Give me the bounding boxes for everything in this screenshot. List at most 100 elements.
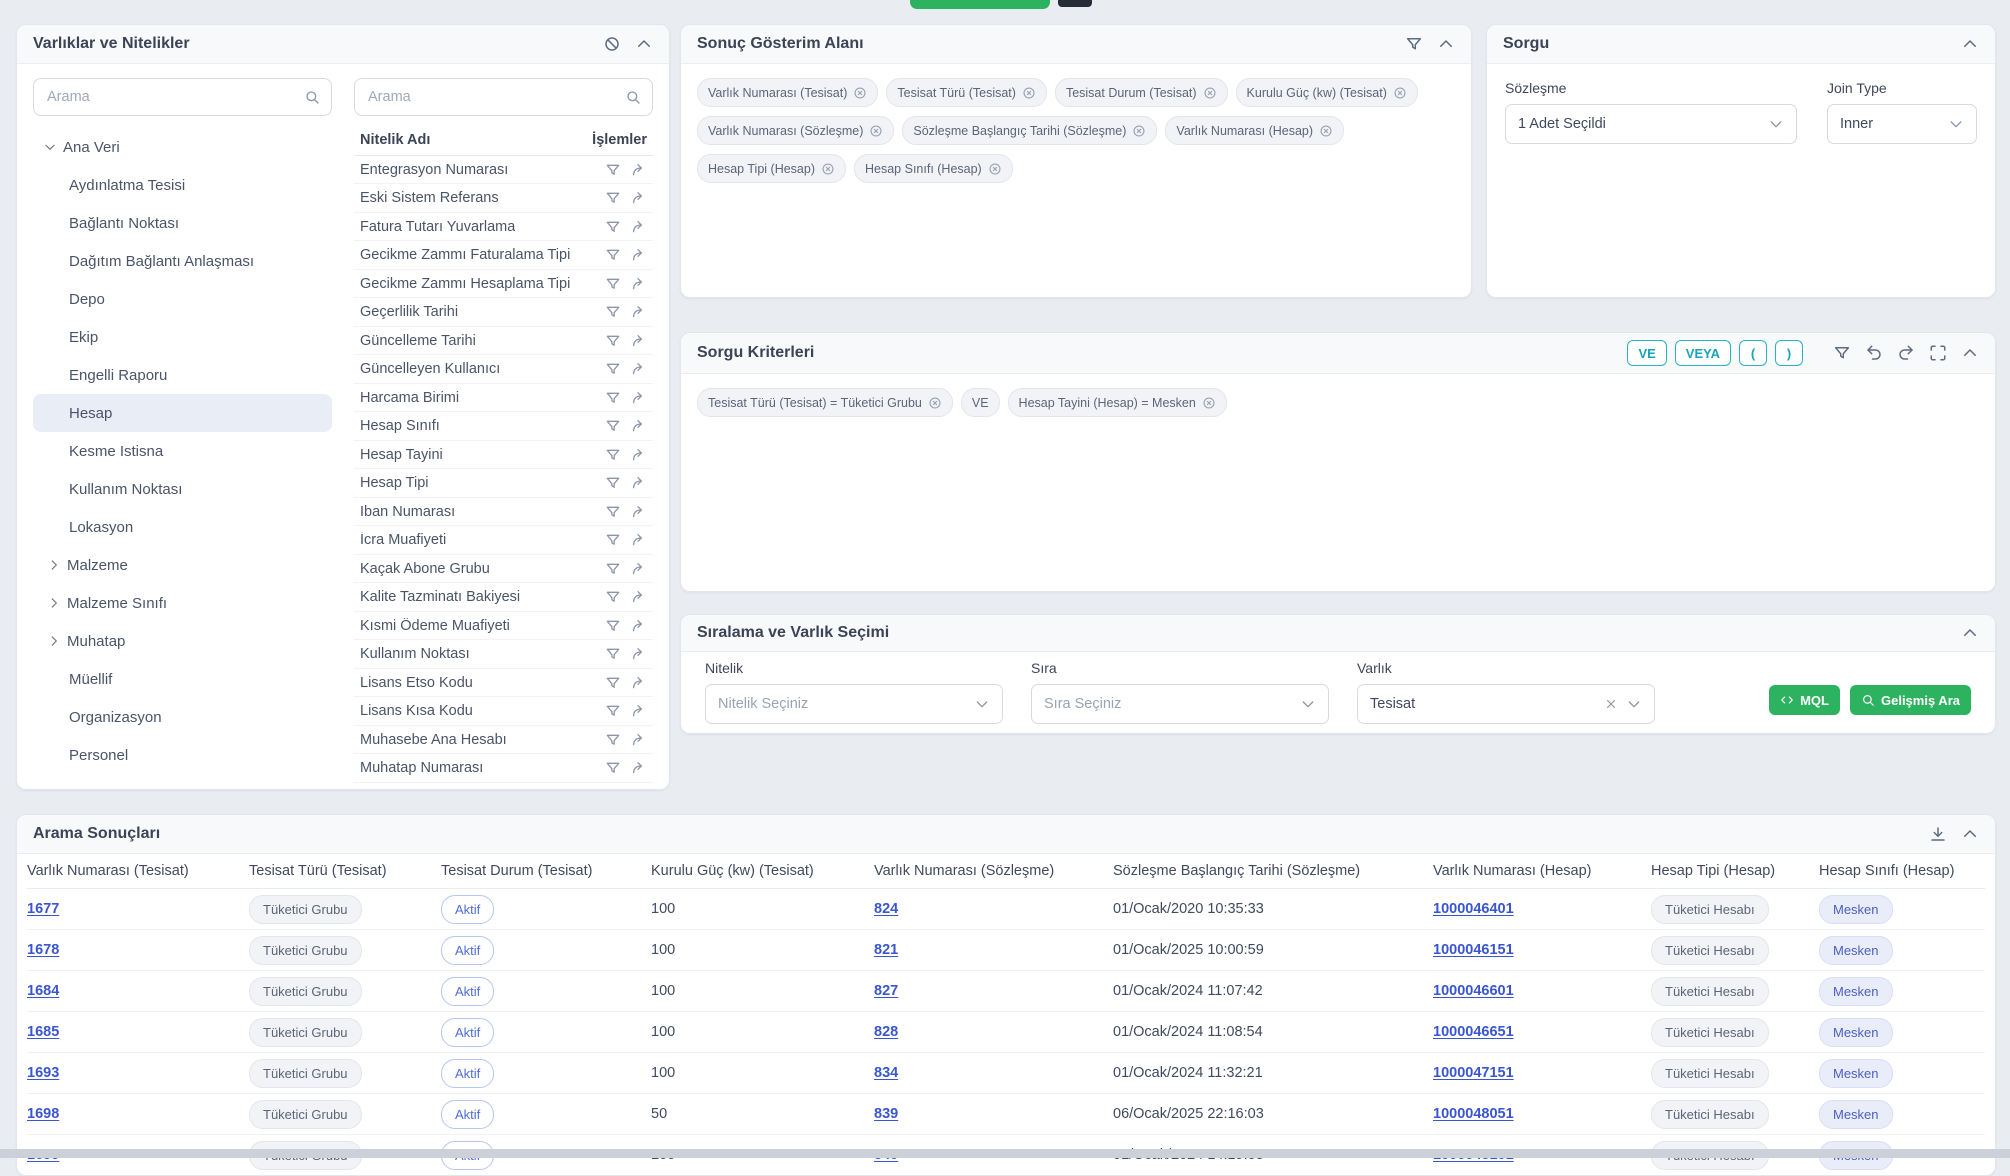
tree-item[interactable]: Hesap [33,394,332,432]
attribute-row[interactable]: Hesap Tayini [354,441,653,470]
forward-arrow-icon[interactable] [631,190,647,206]
forward-arrow-icon[interactable] [631,561,647,577]
attribute-row[interactable]: Gecikme Zammı Hesaplama Tipi [354,270,653,299]
filter-icon[interactable] [605,304,621,320]
filter-icon[interactable] [605,333,621,349]
attribute-row[interactable]: Eski Sistem Referans [354,184,653,213]
filter-icon[interactable] [605,760,621,776]
filter-icon[interactable] [1405,35,1423,53]
chevron-up-icon[interactable] [1961,825,1979,843]
forward-arrow-icon[interactable] [631,618,647,634]
attribute-row[interactable]: Kaçak Abone Grubu [354,555,653,584]
operator-button[interactable]: ) [1775,340,1803,366]
sozlesme-no-link[interactable]: 839 [874,1106,898,1122]
join-type-select[interactable]: Inner [1827,104,1977,144]
sozlesme-no-link[interactable]: 824 [874,901,898,917]
chevron-up-icon[interactable] [1961,35,1979,53]
tesisat-no-link[interactable]: 1678 [27,942,59,958]
slash-circle-icon[interactable] [603,35,621,53]
chevron-down-icon[interactable] [43,140,57,154]
hesap-no-link[interactable]: 1000046151 [1433,942,1514,958]
filter-icon[interactable] [605,390,621,406]
tree-item[interactable]: Organizasyon [33,698,332,736]
filter-icon[interactable] [605,475,621,491]
advanced-search-button[interactable]: Gelişmiş Ara [1850,685,1971,715]
attribute-row[interactable]: İcra Muafiyeti [354,526,653,555]
filter-icon[interactable] [605,532,621,548]
attribute-row[interactable]: Lisans Etso Kodu [354,669,653,698]
hesap-no-link[interactable]: 1000046401 [1433,901,1514,917]
tree-item[interactable]: Ekip [33,318,332,356]
forward-arrow-icon[interactable] [631,447,647,463]
varlik-combobox[interactable]: Tesisat [1357,684,1655,724]
attribute-row[interactable]: Güncelleme Tarihi [354,327,653,356]
tree-item[interactable]: Malzeme Sınıfı [33,584,332,622]
forward-arrow-icon[interactable] [631,646,647,662]
remove-chip-icon[interactable] [1132,124,1146,138]
undo-icon[interactable] [1865,344,1883,362]
chevron-up-icon[interactable] [1961,344,1979,362]
hesap-no-link[interactable]: 1000047151 [1433,1065,1514,1081]
operator-button[interactable]: VEYA [1675,340,1731,366]
filter-icon[interactable] [605,276,621,292]
forward-arrow-icon[interactable] [631,703,647,719]
redo-icon[interactable] [1897,344,1915,362]
attribute-row[interactable]: Geçerlilik Tarihi [354,298,653,327]
forward-arrow-icon[interactable] [631,504,647,520]
attribute-row[interactable]: Hesap Tipi [354,469,653,498]
attribute-row[interactable]: Iban Numarası [354,498,653,527]
attribute-row[interactable]: Gecikme Zammı Faturalama Tipi [354,241,653,270]
filter-icon[interactable] [605,675,621,691]
mql-button[interactable]: MQL [1769,685,1840,715]
tree-item[interactable]: Personel [33,736,332,774]
filter-icon[interactable] [605,732,621,748]
attribute-row[interactable]: Lisans Kısa Kodu [354,697,653,726]
remove-chip-icon[interactable] [1319,124,1333,138]
remove-chip-icon[interactable] [1203,86,1217,100]
forward-arrow-icon[interactable] [631,475,647,491]
tree-item[interactable]: Malzeme [33,546,332,584]
remove-chip-icon[interactable] [928,396,942,410]
forward-arrow-icon[interactable] [631,276,647,292]
sozlesme-no-link[interactable]: 828 [874,1024,898,1040]
filter-icon[interactable] [605,190,621,206]
download-icon[interactable] [1929,825,1947,843]
forward-arrow-icon[interactable] [631,304,647,320]
hesap-no-link[interactable]: 1000048051 [1433,1106,1514,1122]
filter-icon[interactable] [605,561,621,577]
filter-icon[interactable] [605,618,621,634]
remove-chip-icon[interactable] [1393,86,1407,100]
attribute-row[interactable]: Harcama Birimi [354,384,653,413]
tree-item[interactable]: Muhatap [33,622,332,660]
tree-item[interactable]: Ana Veri [33,128,332,166]
tesisat-no-link[interactable]: 1698 [27,1106,59,1122]
attribute-row[interactable]: Fatura Tutarı Yuvarlama [354,213,653,242]
filter-icon[interactable] [605,703,621,719]
chevron-right-icon[interactable] [47,596,61,610]
chevron-right-icon[interactable] [47,634,61,648]
sozlesme-select[interactable]: 1 Adet Seçildi [1505,104,1797,144]
forward-arrow-icon[interactable] [631,418,647,434]
forward-arrow-icon[interactable] [631,675,647,691]
attribute-row[interactable]: Güncelleyen Kullanıcı [354,355,653,384]
tesisat-no-link[interactable]: 1693 [27,1065,59,1081]
horizontal-scrollbar[interactable] [0,1149,2010,1158]
nitelik-select[interactable]: Nitelik Seçiniz [705,684,1003,724]
sira-select[interactable]: Sıra Seçiniz [1031,684,1329,724]
forward-arrow-icon[interactable] [631,219,647,235]
tree-item[interactable]: Engelli Raporu [33,356,332,394]
filter-icon[interactable] [605,219,621,235]
filter-icon[interactable] [605,162,621,178]
filter-icon[interactable] [605,646,621,662]
remove-chip-icon[interactable] [1202,396,1216,410]
sozlesme-no-link[interactable]: 834 [874,1065,898,1081]
chevron-up-icon[interactable] [1961,624,1979,642]
expand-icon[interactable] [1929,344,1947,362]
sozlesme-no-link[interactable]: 827 [874,983,898,999]
filter-icon[interactable] [605,504,621,520]
filter-icon[interactable] [605,447,621,463]
tree-item[interactable]: Depo [33,280,332,318]
filter-icon[interactable] [605,361,621,377]
filter-icon[interactable] [605,247,621,263]
attribute-row[interactable]: Oluşturan Kullanıcı [354,783,653,789]
